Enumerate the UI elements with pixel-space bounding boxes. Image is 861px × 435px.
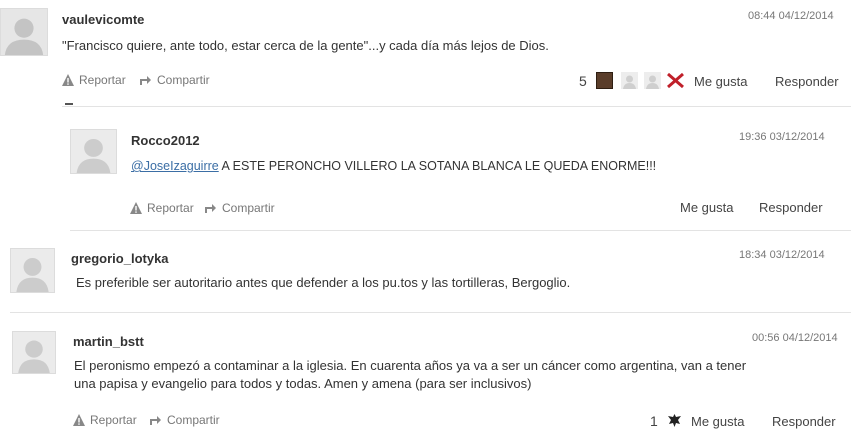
report-button[interactable]: Reportar	[130, 201, 194, 215]
comment-text: El peronismo empezó a contaminar a la ig…	[74, 358, 747, 391]
share-label: Compartir	[157, 73, 210, 87]
liker-avatar[interactable]	[644, 72, 661, 89]
liker-avatar[interactable]	[666, 412, 683, 429]
avatar[interactable]	[70, 129, 117, 174]
liker-avatar[interactable]	[596, 72, 613, 89]
divider	[70, 230, 851, 231]
collapse-marker[interactable]	[65, 103, 73, 105]
share-button[interactable]: Compartir	[139, 73, 210, 87]
comment-timestamp: 08:44 04/12/2014	[748, 10, 834, 22]
comment-text: "Francisco quiere, ante todo, estar cerc…	[62, 38, 549, 53]
reply-button[interactable]: Responder	[775, 74, 839, 89]
liker-avatar[interactable]	[621, 72, 638, 89]
report-label: Reportar	[79, 73, 126, 87]
default-avatar-icon	[644, 72, 661, 89]
default-avatar-icon	[621, 72, 638, 89]
comment-text-content: A ESTE PERONCHO VILLERO LA SOTANA BLANCA…	[218, 159, 657, 173]
like-count: 1	[650, 413, 658, 429]
default-avatar-icon	[1, 9, 47, 55]
divider	[62, 106, 851, 107]
avatar[interactable]	[0, 8, 48, 56]
cross-flag-icon	[667, 72, 684, 89]
reply-button[interactable]: Responder	[759, 200, 823, 215]
like-button[interactable]: Me gusta	[680, 200, 733, 215]
avatar[interactable]	[12, 331, 56, 374]
default-avatar-icon	[71, 130, 116, 173]
comment-author[interactable]: gregorio_lotyka	[71, 251, 169, 266]
warning-icon	[62, 74, 74, 86]
eagle-emblem-icon	[666, 412, 683, 429]
comment-author[interactable]: Rocco2012	[131, 133, 200, 148]
user-mention-link[interactable]: @JoseIzaguirre	[131, 159, 219, 173]
default-avatar-icon	[13, 332, 55, 373]
comment-author[interactable]: martin_bstt	[73, 334, 144, 349]
report-button[interactable]: Reportar	[62, 73, 126, 87]
comment-text: @JoseIzaguirre A ESTE PERONCHO VILLERO L…	[131, 157, 831, 175]
share-button[interactable]: Compartir	[149, 413, 220, 427]
report-label: Reportar	[147, 201, 194, 215]
comment-author[interactable]: vaulevicomte	[62, 12, 144, 27]
report-label: Reportar	[90, 413, 137, 427]
report-button[interactable]: Reportar	[73, 413, 137, 427]
comment-timestamp: 19:36 03/12/2014	[739, 131, 825, 143]
share-label: Compartir	[167, 413, 220, 427]
warning-icon	[130, 202, 142, 214]
share-icon	[150, 416, 161, 425]
liker-avatar[interactable]	[667, 72, 684, 89]
like-button[interactable]: Me gusta	[694, 74, 747, 89]
share-icon	[140, 76, 151, 85]
warning-icon	[73, 414, 85, 426]
like-button[interactable]: Me gusta	[691, 414, 744, 429]
avatar[interactable]	[10, 248, 55, 293]
share-icon	[205, 204, 216, 213]
reply-button[interactable]: Responder	[772, 414, 836, 429]
share-label: Compartir	[222, 201, 275, 215]
like-count: 5	[579, 73, 587, 89]
comment-timestamp: 18:34 03/12/2014	[739, 249, 825, 261]
comment-text: Es preferible ser autoritario antes que …	[76, 275, 571, 290]
comment-timestamp: 00:56 04/12/2014	[752, 332, 838, 344]
divider	[10, 312, 851, 313]
default-avatar-icon	[11, 249, 54, 292]
share-button[interactable]: Compartir	[204, 201, 275, 215]
